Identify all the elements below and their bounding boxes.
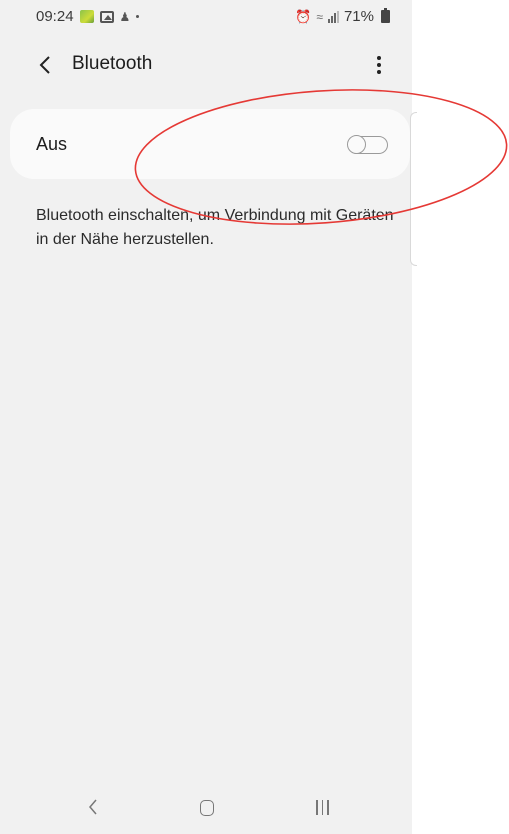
signal-icon <box>327 10 339 23</box>
app-notification-icon <box>79 10 94 23</box>
bluetooth-toggle-switch[interactable] <box>347 135 388 154</box>
home-icon[interactable] <box>200 800 214 816</box>
toggle-knob <box>347 135 366 154</box>
phone-screen: 09:24 ♟ ⏰ ≈ 71% Bluetooth Aus Bluetooth … <box>0 0 412 834</box>
wifi-icon: ≈ <box>316 9 323 24</box>
status-time: 09:24 <box>36 8 74 25</box>
chevron-left-icon <box>39 56 50 74</box>
recent-bar <box>321 800 323 815</box>
nav-back-icon <box>89 799 97 815</box>
dot-icon <box>136 15 140 18</box>
app-header: Bluetooth <box>0 34 412 98</box>
recent-apps-icon[interactable] <box>316 800 329 815</box>
edge-panel-handle[interactable] <box>410 112 417 266</box>
bluetooth-description: Bluetooth einschalten, um Verbindung mit… <box>36 207 394 248</box>
recent-bar <box>327 800 329 815</box>
status-right: ⏰ ≈ 71% <box>295 8 390 25</box>
status-left: 09:24 ♟ <box>36 8 140 25</box>
more-options-button[interactable] <box>364 50 394 80</box>
person-icon: ♟ <box>119 9 131 24</box>
more-vertical-icon-dot <box>377 70 381 74</box>
bluetooth-status-label: Aus <box>36 134 68 154</box>
battery-icon <box>381 8 390 23</box>
back-button[interactable] <box>30 48 60 82</box>
system-navigation-bar <box>0 778 412 834</box>
alarm-icon: ⏰ <box>295 8 312 24</box>
recent-bar <box>316 800 318 815</box>
page-title: Bluetooth <box>72 53 153 74</box>
status-bar: 09:24 ♟ ⏰ ≈ 71% <box>0 0 412 34</box>
battery-text: 71% <box>343 8 374 25</box>
gallery-icon <box>99 10 114 23</box>
bluetooth-toggle-card[interactable]: Aus <box>10 109 410 179</box>
more-vertical-icon-dot <box>377 63 381 67</box>
more-vertical-icon <box>377 56 381 60</box>
nav-back-button[interactable] <box>88 796 98 822</box>
